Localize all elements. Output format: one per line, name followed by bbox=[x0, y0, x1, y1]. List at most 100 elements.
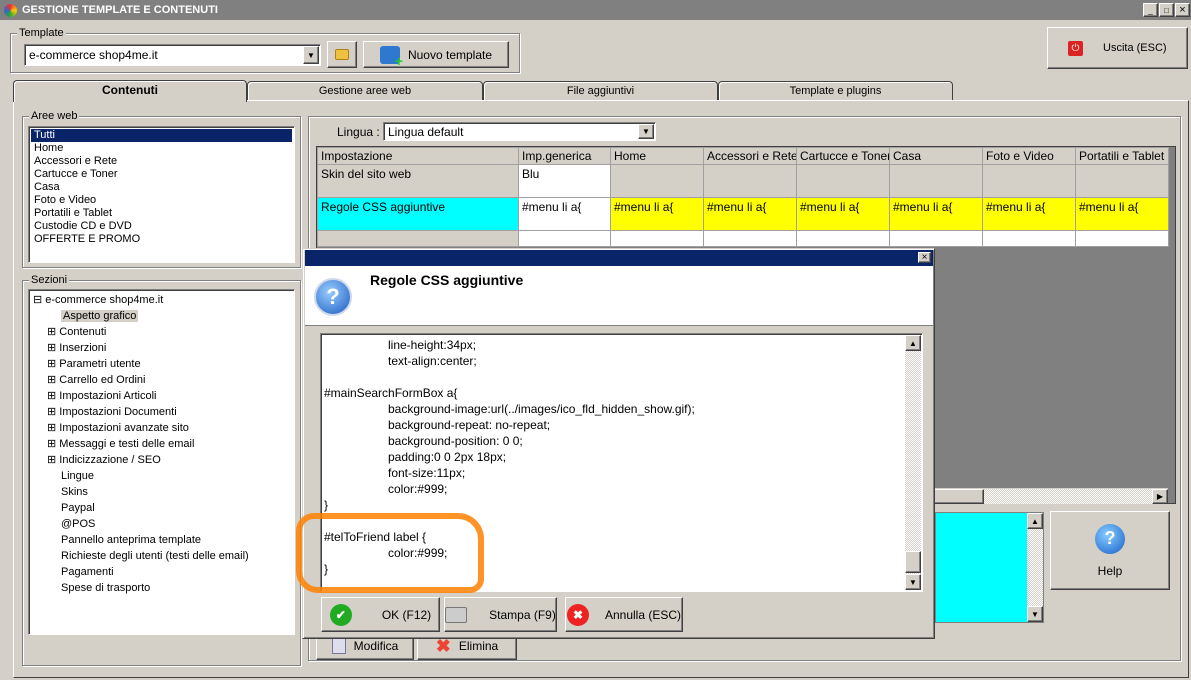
sezioni-tree[interactable]: ⊟ e-commerce shop4me.it Aspetto grafico ⊞… bbox=[28, 289, 295, 635]
scroll-right-button[interactable]: ▶ bbox=[1152, 489, 1168, 504]
grid-cell[interactable] bbox=[982, 230, 1076, 247]
tree-item[interactable]: ⊞ Messaggi e testi delle email bbox=[33, 436, 290, 452]
minimize-button[interactable]: _ bbox=[1143, 3, 1158, 17]
grid-cell[interactable] bbox=[703, 164, 797, 198]
expand-icon[interactable]: ⊞ bbox=[47, 358, 59, 370]
tree-item[interactable]: ⊞ Impostazioni Articoli bbox=[33, 388, 290, 404]
tree-item[interactable]: Skins bbox=[33, 484, 290, 500]
grid-cell[interactable]: Skin del sito web bbox=[317, 164, 519, 198]
grid-cell[interactable]: #menu li a{ bbox=[1075, 197, 1169, 231]
tree-item[interactable]: ⊞ Inserzioni bbox=[33, 340, 290, 356]
aree-web-item[interactable]: OFFERTE E PROMO bbox=[31, 233, 292, 246]
lingua-select[interactable]: Lingua default ▼ bbox=[383, 122, 656, 141]
chevron-down-icon[interactable]: ▼ bbox=[303, 46, 319, 64]
aree-web-item[interactable]: Home bbox=[31, 142, 292, 155]
expand-icon[interactable]: ⊞ bbox=[47, 326, 59, 338]
print-button[interactable]: Stampa (F9) bbox=[444, 597, 557, 632]
tree-item[interactable]: Pannello anteprima template bbox=[33, 532, 290, 548]
grid-cell[interactable] bbox=[610, 230, 704, 247]
column-header[interactable]: Imp.generica bbox=[518, 147, 611, 165]
expand-icon[interactable]: ⊞ bbox=[47, 454, 59, 466]
tree-item[interactable]: ⊞ Carrello ed Ordini bbox=[33, 372, 290, 388]
grid-cell[interactable] bbox=[796, 164, 890, 198]
grid-cell[interactable]: Blu bbox=[518, 164, 611, 198]
grid-cell[interactable] bbox=[889, 164, 983, 198]
expand-icon[interactable]: ⊞ bbox=[47, 406, 59, 418]
scrollbar-thumb[interactable] bbox=[932, 489, 984, 504]
aree-web-item[interactable]: Casa bbox=[31, 181, 292, 194]
tree-item[interactable]: ⊞ Indicizzazione / SEO bbox=[33, 452, 290, 468]
chevron-down-icon[interactable]: ▼ bbox=[638, 124, 654, 139]
tree-item[interactable]: Lingue bbox=[33, 468, 290, 484]
tree-item[interactable]: @POS bbox=[33, 516, 290, 532]
grid-cell[interactable] bbox=[1075, 230, 1169, 247]
tree-item[interactable]: Spese di trasporto bbox=[33, 580, 290, 596]
open-folder-button[interactable] bbox=[327, 41, 357, 68]
grid-cell[interactable] bbox=[889, 230, 983, 247]
column-header[interactable]: Portatili e Tablet bbox=[1075, 147, 1169, 165]
column-header[interactable]: Impostazione bbox=[317, 147, 519, 165]
help-button[interactable]: ? Help bbox=[1050, 511, 1170, 590]
expand-icon[interactable]: ⊞ bbox=[47, 422, 59, 434]
tree-item[interactable]: ⊞ Parametri utente bbox=[33, 356, 290, 372]
expand-icon[interactable]: ⊞ bbox=[47, 390, 59, 402]
grid-cell[interactable] bbox=[1075, 164, 1169, 198]
aree-web-item[interactable]: Foto e Video bbox=[31, 194, 292, 207]
tree-item[interactable]: ⊞ Impostazioni Documenti bbox=[33, 404, 290, 420]
tab-template-e-plugins[interactable]: Template e plugins bbox=[718, 81, 953, 101]
grid-cell[interactable] bbox=[982, 164, 1076, 198]
aree-web-list[interactable]: Tutti Home Accessori e Rete Cartucce e Tone… bbox=[28, 126, 295, 263]
tree-item[interactable]: Paypal bbox=[33, 500, 290, 516]
textarea-scrollbar[interactable]: ▲ ▼ bbox=[905, 335, 921, 590]
scroll-up-button[interactable]: ▲ bbox=[1027, 513, 1043, 529]
grid-cell[interactable] bbox=[518, 230, 611, 247]
grid-cell[interactable]: #menu li a{ bbox=[796, 197, 890, 231]
column-header[interactable]: Foto e Video bbox=[982, 147, 1076, 165]
grid-cell[interactable] bbox=[703, 230, 797, 247]
column-header[interactable]: Home bbox=[610, 147, 704, 165]
ok-button[interactable]: ✔ OK (F12) bbox=[321, 597, 440, 632]
tab-contenuti[interactable]: Contenuti bbox=[13, 80, 247, 102]
tree-item[interactable]: Aspetto grafico bbox=[33, 308, 290, 324]
collapse-icon[interactable]: ⊟ bbox=[33, 294, 42, 306]
scroll-down-button[interactable]: ▼ bbox=[905, 574, 921, 590]
cancel-button[interactable]: ✖ Annulla (ESC) bbox=[565, 597, 683, 632]
new-template-button[interactable]: + Nuovo template bbox=[363, 41, 509, 68]
tree-item[interactable]: Pagamenti bbox=[33, 564, 290, 580]
exit-button[interactable]: ⏻ Uscita (ESC) bbox=[1047, 27, 1188, 69]
expand-icon[interactable]: ⊞ bbox=[47, 438, 59, 450]
column-header[interactable]: Cartucce e Toner bbox=[796, 147, 890, 165]
dialog-close-button[interactable]: × bbox=[918, 252, 931, 263]
column-header[interactable]: Accessori e Rete bbox=[703, 147, 797, 165]
aree-web-item[interactable]: Accessori e Rete bbox=[31, 155, 292, 168]
aree-web-item[interactable]: Custodie CD e DVD bbox=[31, 220, 292, 233]
close-button[interactable]: × bbox=[1175, 3, 1190, 17]
grid-cell[interactable] bbox=[610, 164, 704, 198]
grid-cell[interactable] bbox=[796, 230, 890, 247]
vertical-scrollbar[interactable]: ▲ ▼ bbox=[1027, 513, 1043, 622]
tree-root[interactable]: ⊟ e-commerce shop4me.it bbox=[33, 292, 290, 308]
tab-file-aggiuntivi[interactable]: File aggiuntivi bbox=[483, 81, 718, 101]
grid-cell[interactable]: Regole CSS aggiuntive bbox=[317, 197, 519, 231]
expand-icon[interactable]: ⊞ bbox=[47, 342, 59, 354]
expand-icon[interactable]: ⊞ bbox=[47, 374, 59, 386]
grid-cell[interactable]: #menu li a{ bbox=[889, 197, 983, 231]
grid-cell[interactable]: #menu li a{ bbox=[703, 197, 797, 231]
scroll-down-button[interactable]: ▼ bbox=[1027, 606, 1043, 622]
scroll-up-button[interactable]: ▲ bbox=[905, 335, 921, 351]
aree-web-item[interactable]: Tutti bbox=[31, 129, 292, 142]
scrollbar-thumb[interactable] bbox=[905, 551, 921, 573]
aree-web-item[interactable]: Portatili e Tablet bbox=[31, 207, 292, 220]
tree-item[interactable]: ⊞ Contenuti bbox=[33, 324, 290, 340]
template-select[interactable]: e-commerce shop4me.it ▼ bbox=[24, 44, 321, 66]
maximize-button[interactable]: □ bbox=[1159, 3, 1174, 17]
aree-web-item[interactable]: Cartucce e Toner bbox=[31, 168, 292, 181]
tree-item[interactable]: ⊞ Impostazioni avanzate sito bbox=[33, 420, 290, 436]
grid-cell[interactable]: #menu li a{ bbox=[982, 197, 1076, 231]
tab-gestione-aree-web[interactable]: Gestione aree web bbox=[247, 81, 483, 101]
grid-cell[interactable]: #menu li a{ bbox=[610, 197, 704, 231]
grid-cell[interactable]: #menu li a{ bbox=[518, 197, 611, 231]
tree-item[interactable]: Richieste degli utenti (testi delle emai… bbox=[33, 548, 290, 564]
column-header[interactable]: Casa bbox=[889, 147, 983, 165]
grid-cell[interactable] bbox=[317, 230, 519, 247]
